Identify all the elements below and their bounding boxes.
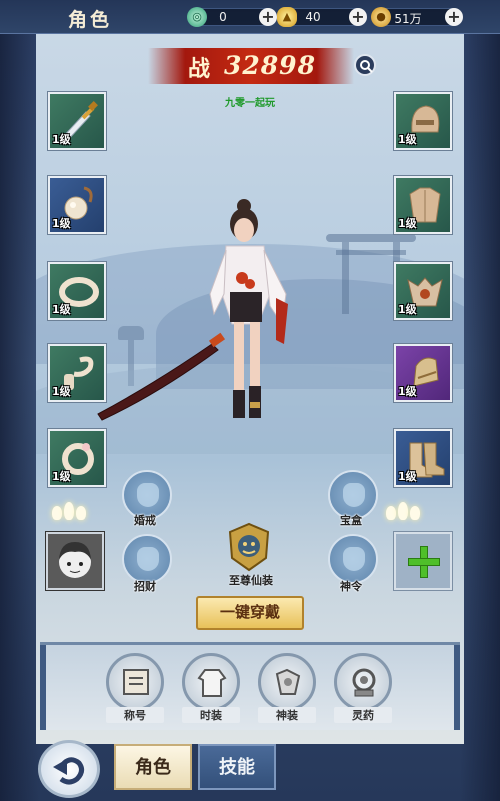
function-bar: 称号 时装 神装 灵药 xyxy=(40,642,460,730)
avatar-portrait[interactable] xyxy=(45,531,105,591)
currency-value: 51万 xyxy=(394,12,422,26)
slot-level: 1级 xyxy=(398,133,417,146)
divine-order-icon xyxy=(343,547,365,571)
currency-value: 40 xyxy=(305,10,321,24)
avatar xyxy=(59,542,91,578)
elixir-button[interactable] xyxy=(334,653,392,711)
slot-level: 1级 xyxy=(398,303,417,316)
currency-jade: ◎ 0 + xyxy=(187,7,277,27)
add-jade-button[interactable]: + xyxy=(259,8,277,26)
title-button[interactable] xyxy=(106,653,164,711)
supreme-outfit-icon[interactable] xyxy=(226,522,272,572)
divine-gear-icon xyxy=(275,668,301,695)
elixir-label: 灵药 xyxy=(334,707,392,723)
slot-level: 1级 xyxy=(52,303,71,316)
treasure-box-label: 宝盒 xyxy=(340,514,362,527)
equip-slot-helmet[interactable]: 1级 xyxy=(393,91,453,151)
back-arrow-icon xyxy=(53,757,85,785)
combat-power-label: 战 xyxy=(188,56,211,82)
currency-coin: ● 51万 + xyxy=(371,7,463,27)
tab-skills[interactable]: 技能 xyxy=(198,744,276,790)
currency-gold-ingot: ▲ 40 + xyxy=(277,7,367,27)
title-label: 称号 xyxy=(106,707,164,723)
currency-value: 0 xyxy=(219,10,227,24)
ring-silhouette-icon xyxy=(137,483,159,507)
slot-level: 1级 xyxy=(52,385,71,398)
recruit-slot[interactable] xyxy=(122,534,172,584)
add-coin-button[interactable]: + xyxy=(445,8,463,26)
recruit-label: 招财 xyxy=(134,580,156,593)
slot-level: 1级 xyxy=(52,217,71,230)
fashion-button[interactable] xyxy=(182,653,240,711)
equip-slot-boots[interactable]: 1级 xyxy=(393,428,453,488)
lotus-decoration xyxy=(52,502,86,520)
lotus-decoration xyxy=(386,502,420,520)
vest-silhouette-icon xyxy=(137,547,159,571)
slot-level: 1级 xyxy=(398,385,417,398)
character-panel: 战 32898 九零一起玩 1级 1级 1级 1级 1级 1级 1级 1级 1级… xyxy=(36,34,464,744)
slot-level: 1级 xyxy=(52,133,71,146)
divine-gear-label: 神装 xyxy=(258,707,316,723)
equip-slot-armor[interactable]: 1级 xyxy=(393,175,453,235)
page-title: 角色 xyxy=(68,9,113,31)
fashion-robe-icon xyxy=(197,669,227,697)
fashion-label: 时装 xyxy=(182,707,240,723)
top-bar: 角色 ◎ 0 + ▲ 40 + ● 51万 + xyxy=(0,0,500,34)
search-icon xyxy=(360,60,373,73)
elixir-icon xyxy=(352,668,376,697)
combat-power-value: 32898 xyxy=(224,51,316,80)
slot-level: 1级 xyxy=(398,470,417,483)
slot-level: 1级 xyxy=(398,217,417,230)
back-button[interactable] xyxy=(38,740,100,798)
equip-all-button[interactable]: 一键穿戴 xyxy=(196,596,304,630)
add-gold-ingot-button[interactable]: + xyxy=(349,8,367,26)
divine-order-slot[interactable] xyxy=(328,534,378,584)
inspect-button[interactable] xyxy=(354,54,376,76)
supreme-outfit-label: 至尊仙装 xyxy=(229,574,273,587)
slot-level: 1级 xyxy=(52,470,71,483)
title-scroll-icon xyxy=(123,669,149,695)
marriage-ring-label: 婚戒 xyxy=(134,514,156,527)
equip-slot-weapon[interactable]: 1级 xyxy=(47,91,107,151)
combat-power-banner: 战 32898 xyxy=(148,48,354,84)
player-character xyxy=(97,199,288,421)
add-slot-button[interactable] xyxy=(393,531,453,591)
equip-slot-shoulder[interactable]: 1级 xyxy=(393,261,453,321)
tab-character[interactable]: 角色 xyxy=(114,744,192,790)
treasure-box-icon xyxy=(343,483,365,507)
divine-order-label: 神令 xyxy=(340,580,362,593)
divine-gear-button[interactable] xyxy=(258,653,316,711)
equip-slot-gloves[interactable]: 1级 xyxy=(393,343,453,403)
